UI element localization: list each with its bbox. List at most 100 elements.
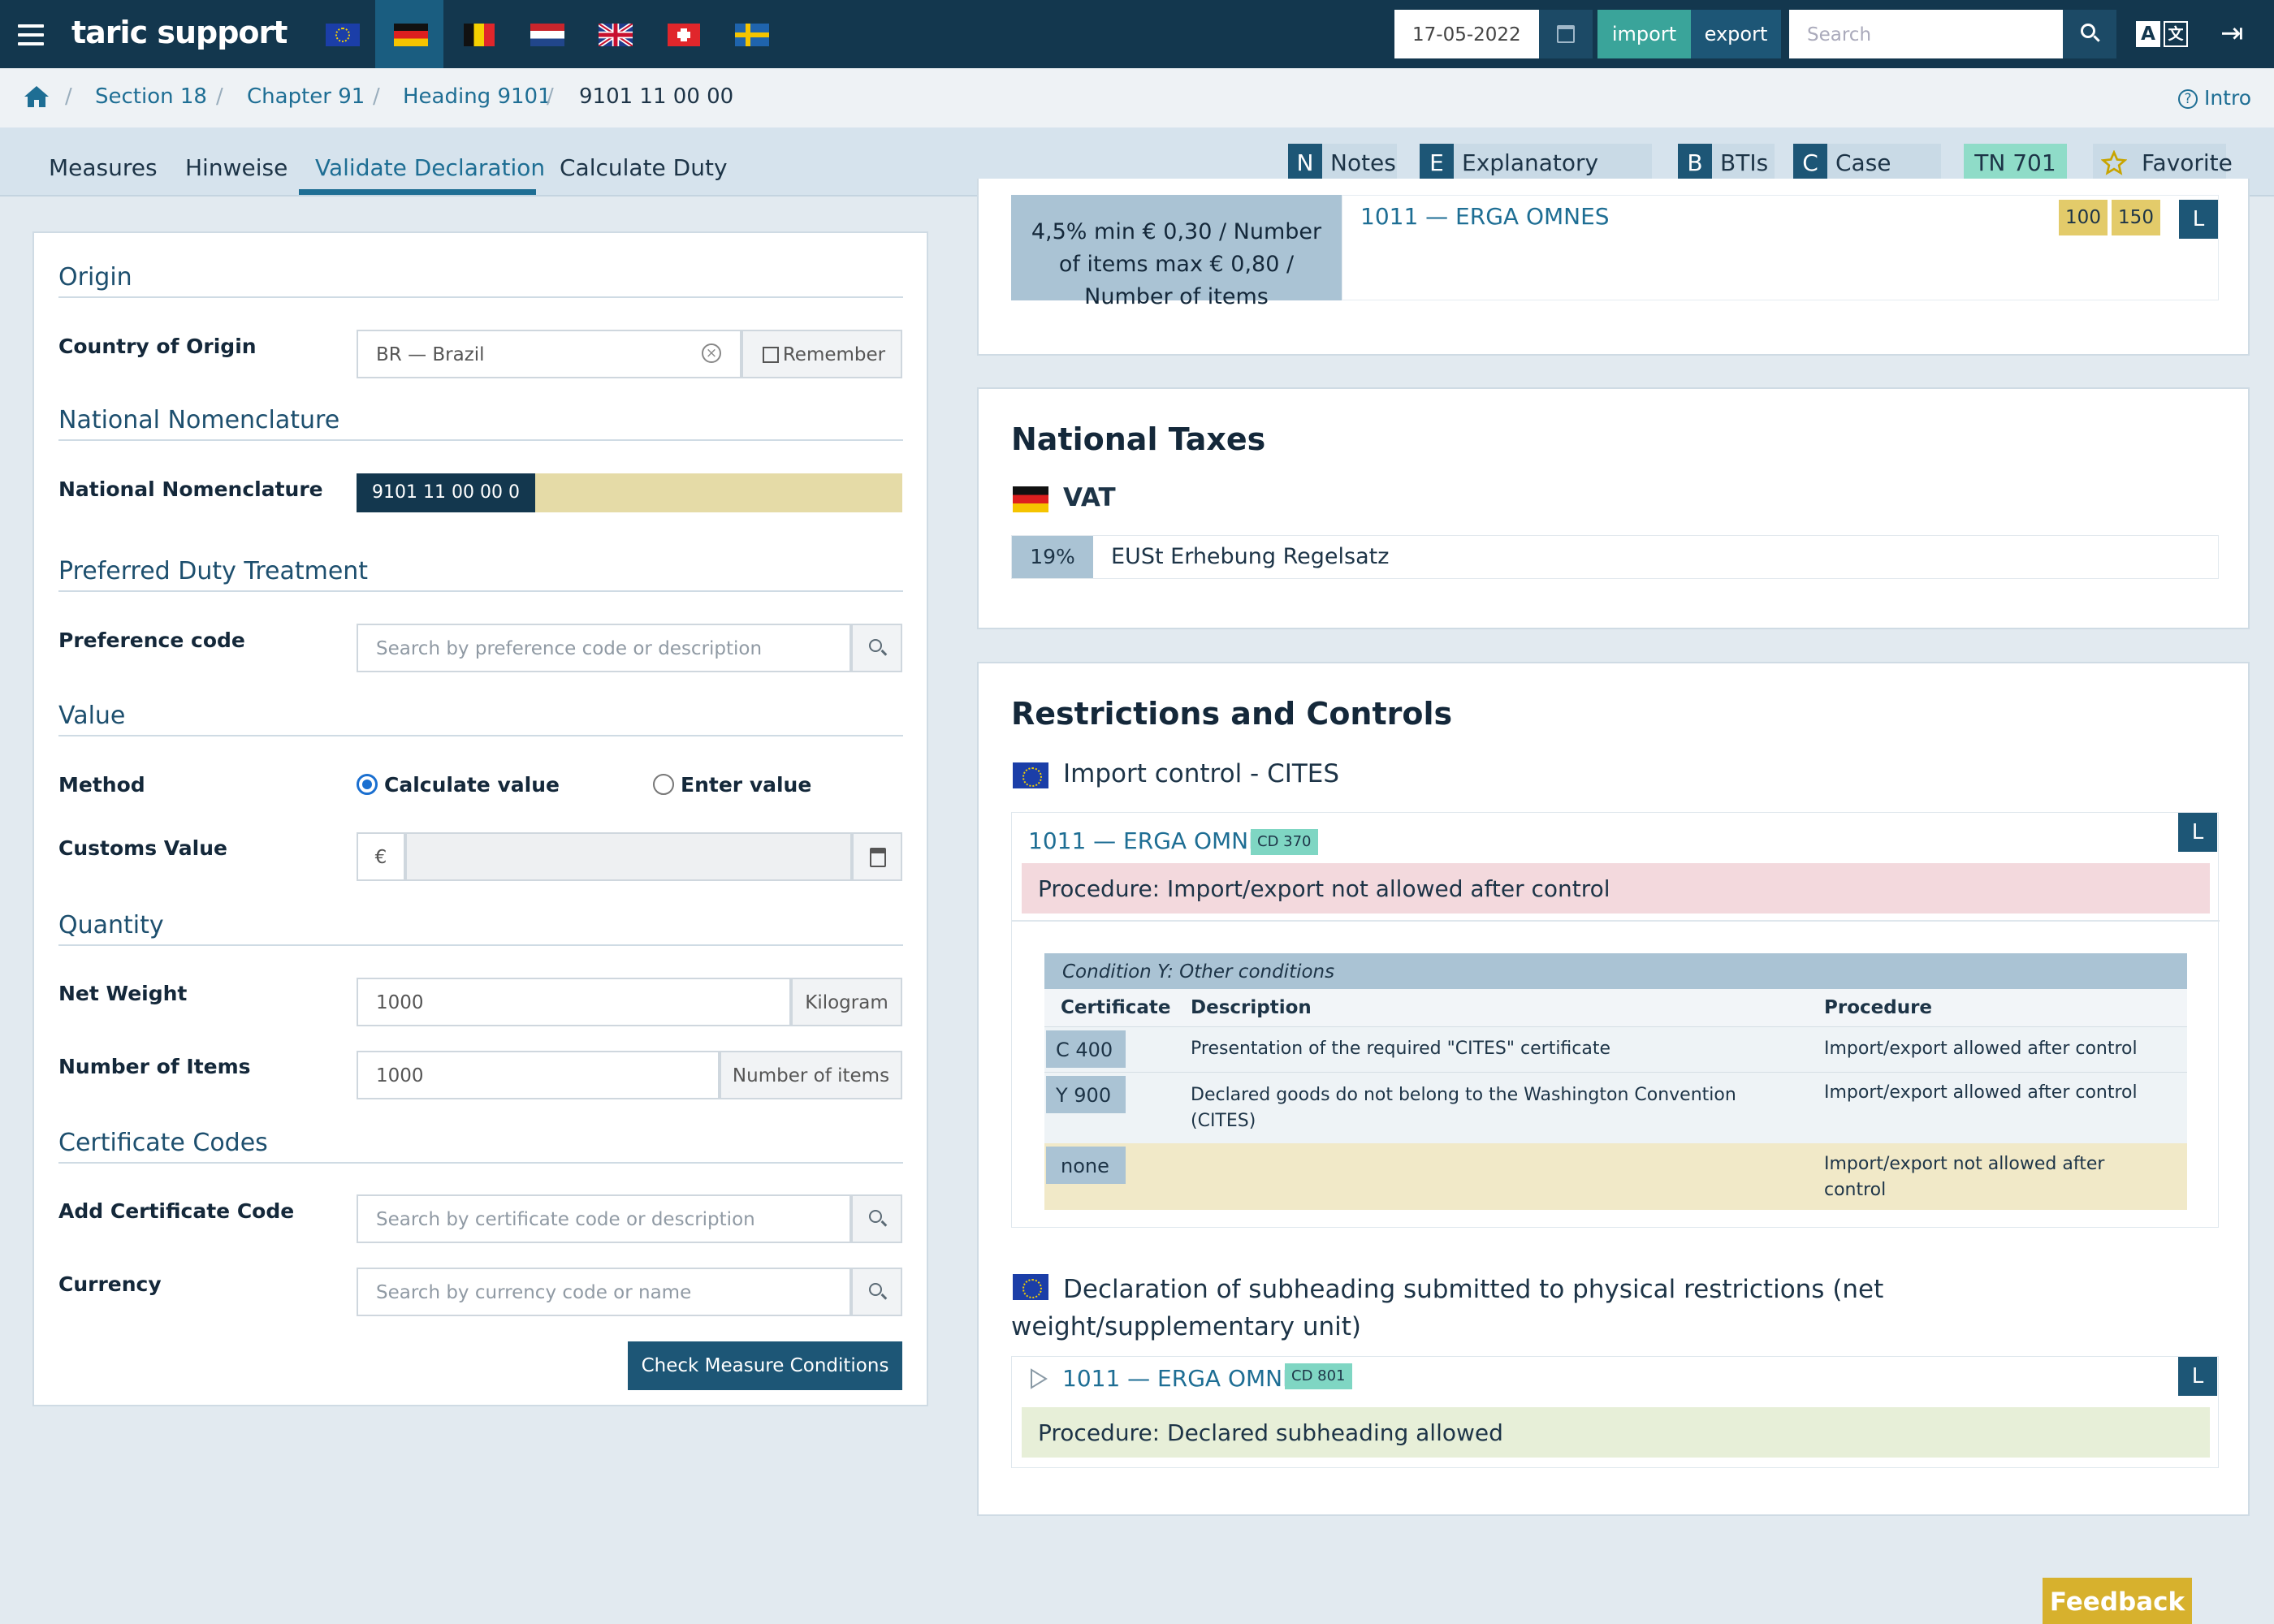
breadcrumb-section[interactable]: Section 18 <box>95 84 207 109</box>
cd-801-badge[interactable]: CD 801 <box>1285 1363 1352 1389</box>
certificate-search-button[interactable] <box>851 1194 902 1243</box>
number-of-items-label: Number of Items <box>58 1055 251 1078</box>
currency-input[interactable]: Search by currency code or name <box>357 1268 851 1316</box>
preference-search-button[interactable] <box>851 624 902 672</box>
national-nomenclature-field[interactable]: 9101 11 00 00 0 <box>357 473 902 512</box>
vat-label: VAT <box>1063 483 1116 512</box>
check-measure-conditions-button[interactable]: Check Measure Conditions <box>628 1341 902 1390</box>
calculate-value-button[interactable] <box>852 832 902 881</box>
netherlands-flag-icon <box>530 24 564 46</box>
geo-area-link[interactable]: 1011 — ERGA OMNES <box>1360 203 1610 230</box>
certificate-code[interactable]: C 400 <box>1046 1030 1126 1068</box>
preference-code-input[interactable]: Search by preference code or description <box>357 624 851 672</box>
calculator-icon <box>870 848 886 867</box>
certificate-code[interactable]: none <box>1046 1147 1126 1184</box>
logout-icon[interactable]: ⇥ <box>2220 19 2244 47</box>
flag-se-button[interactable] <box>716 0 785 68</box>
customs-value-input[interactable] <box>405 832 852 881</box>
case-law-button[interactable]: CCase Law <box>1793 144 1941 215</box>
national-taxes-title: National Taxes <box>1011 421 1266 457</box>
section-value: Value <box>58 702 903 736</box>
search-button[interactable] <box>2063 10 2116 58</box>
search-input[interactable]: Search <box>1789 10 2063 58</box>
btis-button[interactable]: B BTIs <box>1678 144 1775 183</box>
cites-legal-button[interactable]: L <box>2178 813 2217 852</box>
section-origin: Origin <box>58 263 903 298</box>
country-of-origin-label: Country of Origin <box>58 335 257 358</box>
home-icon[interactable] <box>23 84 50 109</box>
footnote-badge-150[interactable]: 150 <box>2112 200 2160 235</box>
country-of-origin-input[interactable]: BR — Brazil <box>357 330 741 378</box>
search-icon <box>2081 24 2095 38</box>
date-input[interactable]: 17-05-2022 <box>1394 10 1539 58</box>
intro-link[interactable]: ? Intro <box>2178 86 2251 110</box>
currency-symbol: € <box>357 832 405 881</box>
subheading-legal-button[interactable]: L <box>2178 1357 2217 1396</box>
method-label: Method <box>58 773 145 797</box>
menu-icon[interactable] <box>18 24 44 45</box>
breadcrumb-heading[interactable]: Heading 9101 <box>403 84 551 109</box>
tab-validate-declaration[interactable]: Validate Declaration <box>315 154 545 181</box>
germany-flag-icon <box>394 24 428 46</box>
flag-be-button[interactable] <box>443 0 512 68</box>
section-preferred-duty: Preferred Duty Treatment <box>58 557 903 592</box>
flag-eu-button[interactable] <box>307 0 375 68</box>
favorite-button[interactable]: Favorite <box>2093 144 2233 183</box>
logo[interactable]: taric support <box>71 15 287 50</box>
germany-flag-icon <box>1013 486 1048 512</box>
preference-code-label: Preference code <box>58 628 245 652</box>
sweden-flag-icon <box>735 24 769 46</box>
net-weight-label: Net Weight <box>58 982 188 1005</box>
cites-control-title: Import control - CITES <box>1063 759 1340 788</box>
legal-base-button[interactable]: L <box>2179 200 2218 239</box>
search-icon <box>869 1283 882 1296</box>
flag-ch-button[interactable] <box>648 0 716 68</box>
condition-table: Condition Y: Other conditions Certificat… <box>1044 953 2187 1210</box>
tn-701-button[interactable]: TN 701 <box>1964 144 2067 183</box>
cd-370-badge[interactable]: CD 370 <box>1251 829 1318 855</box>
flag-nl-button[interactable] <box>512 0 580 68</box>
belgium-flag-icon <box>464 24 495 46</box>
import-toggle[interactable]: import <box>1597 10 1691 58</box>
enter-value-radio[interactable] <box>653 774 674 795</box>
calculate-value-radio[interactable] <box>357 774 378 795</box>
certificate-code-input[interactable]: Search by certificate code or descriptio… <box>357 1194 851 1243</box>
footnote-badge-100[interactable]: 100 <box>2059 200 2108 235</box>
translate-icon[interactable]: A 文 <box>2136 21 2190 47</box>
tab-calculate-duty[interactable]: Calculate Duty <box>560 154 728 181</box>
search-icon <box>869 1210 882 1223</box>
tab-measures[interactable]: Measures <box>49 154 158 181</box>
top-bar: taric support 17-05-2022 import export S… <box>0 0 2274 68</box>
clear-icon[interactable]: × <box>702 343 721 363</box>
notes-button[interactable]: N Notes <box>1288 144 1397 183</box>
active-tab-indicator <box>299 189 536 195</box>
table-row: none Import/export not allowed after con… <box>1044 1143 2187 1210</box>
certificate-code[interactable]: Y 900 <box>1046 1076 1126 1113</box>
calendar-icon <box>1557 25 1575 43</box>
net-weight-input[interactable]: 1000 <box>357 978 791 1026</box>
national-nomenclature-label: National Nomenclature <box>58 477 323 501</box>
flag-de-button[interactable] <box>375 0 443 68</box>
number-of-items-input[interactable]: 1000 <box>357 1051 720 1099</box>
duty-expression: 4,5% min € 0,30 / Number of items max € … <box>1011 195 1342 309</box>
col-description: Description <box>1191 997 1312 1018</box>
breadcrumb-chapter[interactable]: Chapter 91 <box>247 84 365 109</box>
section-national-nomenclature: National Nomenclature <box>58 406 903 441</box>
subheading-geo-link[interactable]: 1011 — ERGA OMNES <box>1062 1365 1312 1392</box>
cites-geo-link[interactable]: 1011 — ERGA OMNES <box>1028 827 1278 854</box>
restrictions-card: Restrictions and Controls Import control… <box>977 662 2250 1516</box>
net-weight-unit: Kilogram <box>791 978 902 1026</box>
currency-search-button[interactable] <box>851 1268 902 1316</box>
remember-checkbox[interactable]: Remember <box>741 330 902 378</box>
calendar-button[interactable] <box>1539 10 1593 58</box>
tab-hinweise[interactable]: Hinweise <box>185 154 287 181</box>
enter-value-label[interactable]: Enter value <box>681 773 811 797</box>
explanatory-notes-button[interactable]: EExplanatory Notes <box>1420 144 1652 215</box>
switzerland-flag-icon <box>668 24 700 46</box>
flag-gb-button[interactable] <box>580 0 648 68</box>
eu-flag-icon <box>1013 762 1048 788</box>
expand-icon[interactable] <box>1030 1368 1048 1389</box>
export-toggle[interactable]: export <box>1691 10 1781 58</box>
calculate-value-label[interactable]: Calculate value <box>384 773 560 797</box>
feedback-button[interactable]: Feedback <box>2043 1578 2192 1624</box>
